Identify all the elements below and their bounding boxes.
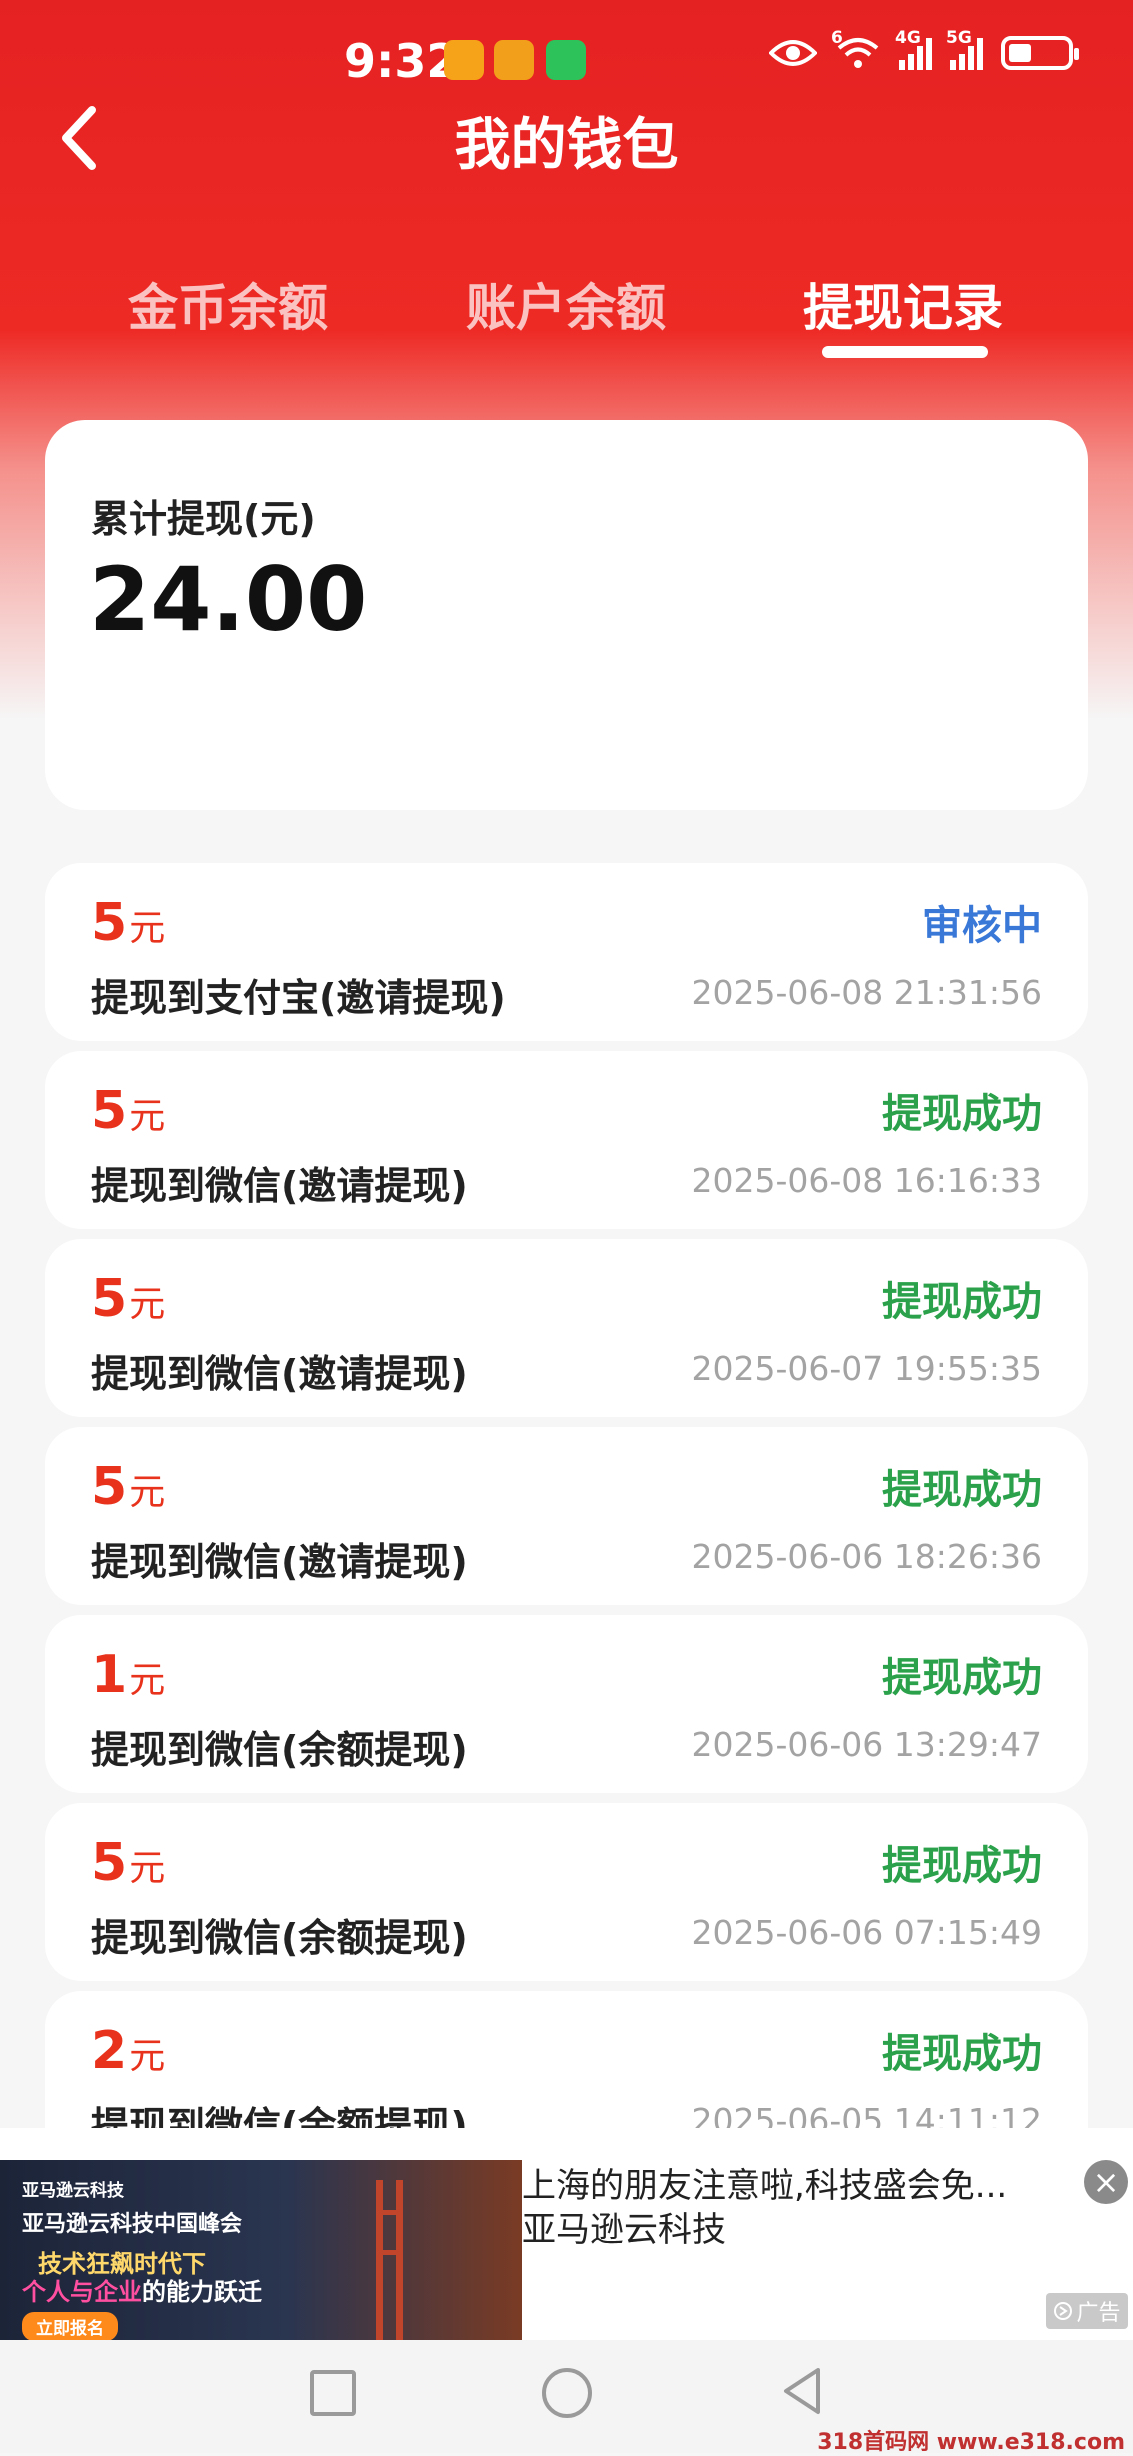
close-icon: ×: [1092, 2163, 1120, 2201]
summary-label: 累计提现(元): [91, 497, 316, 541]
system-nav-bar: 318首码网 www.e318.com: [0, 2340, 1133, 2455]
ad-banner[interactable]: 亚马逊云科技 亚马逊云科技中国峰会 技术狂飙时代下 个人与企业的能力跃迁 立即报…: [0, 2128, 1133, 2340]
withdraw-record-row[interactable]: 5元提现到微信(邀请提现) 提现成功 2025-06-08 16:16:33: [45, 1051, 1088, 1229]
notification-app-icon-2: [494, 40, 534, 80]
record-time: 2025-06-06 18:26:36: [691, 1537, 1042, 1576]
record-status: 提现成功: [882, 1091, 1042, 1137]
record-amount: 5元: [91, 1081, 165, 1141]
ad-close-button[interactable]: ×: [1084, 2160, 1128, 2204]
withdraw-record-row[interactable]: 1元提现到微信(余额提现) 提现成功 2025-06-06 13:29:47: [45, 1615, 1088, 1793]
record-title: 提现到支付宝(邀请提现): [91, 976, 506, 1020]
active-tab-indicator: [822, 346, 988, 358]
ad-image-subtitle-rest: 的能力跃迁: [142, 2278, 262, 2306]
record-title: 提现到微信(邀请提现): [91, 1540, 468, 1584]
watermark: 318首码网 www.e318.com: [817, 2430, 1125, 2455]
record-amount-value: 5: [91, 1269, 128, 1329]
wifi-icon: 6: [831, 28, 881, 70]
record-status: 提现成功: [882, 2031, 1042, 2077]
withdraw-record-row[interactable]: 5元提现到微信(余额提现) 提现成功 2025-06-06 07:15:49: [45, 1803, 1088, 1981]
record-amount-value: 5: [91, 1081, 128, 1141]
withdraw-record-list: 5元 提现到支付宝(邀请提现) 审核中 2025-06-08 21:31:56 5元 提现…: [45, 863, 1088, 2128]
record-amount-value: 5: [91, 1833, 128, 1893]
withdraw-summary-card: 累计提现(元) 24.00: [45, 420, 1088, 810]
summary-value: 24.00: [89, 548, 368, 651]
record-time: 2025-06-06 07:15:49: [691, 1913, 1042, 1952]
ad-signup-button[interactable]: 立即报名: [22, 2312, 118, 2340]
signal-icon-5g: 5G: [946, 28, 983, 70]
ad-headline[interactable]: 上海的朋友注意啦,科技盛会免...: [522, 2158, 1042, 2207]
ad-label-text: 广告: [1076, 2301, 1121, 2326]
ad-marker-icon: [1054, 2302, 1073, 2320]
ad-image-brand: 亚马逊云科技: [22, 2181, 124, 2201]
notification-app-icon-1: [444, 40, 484, 80]
record-amount-unit: 元: [129, 1660, 166, 1701]
network-tag-4g: 4G: [895, 28, 921, 48]
record-title: 提现到微信(余额提现): [91, 1916, 468, 1960]
signal-icon-4g: 4G: [895, 28, 932, 70]
record-time: 2025-06-08 16:16:33: [691, 1161, 1042, 1200]
record-status: 提现成功: [882, 1843, 1042, 1889]
tab-withdraw-records[interactable]: 提现记录: [803, 268, 1003, 340]
record-amount-unit: 元: [129, 2036, 166, 2077]
record-status: 提现成功: [882, 1655, 1042, 1701]
tab-coin-balance[interactable]: 金币余额: [128, 268, 328, 340]
record-amount: 5元: [91, 893, 165, 953]
page-title: 我的钱包: [454, 113, 679, 178]
withdraw-record-row[interactable]: 5元提现到支付宝(邀请提现) 审核中 2025-06-08 21:31:56: [45, 863, 1088, 1041]
record-amount: 1元: [91, 1645, 165, 1705]
record-amount: 5元: [91, 1269, 165, 1329]
record-status: 提现成功: [882, 1467, 1042, 1513]
status-time: 9:32: [344, 34, 459, 88]
record-status: 提现成功: [882, 1279, 1042, 1325]
withdraw-record-row[interactable]: 2元提现到微信(余额提现) 提现成功 2025-06-05 14:11:12: [45, 1991, 1088, 2128]
network-tag-5g: 5G: [946, 28, 972, 48]
record-amount-unit: 元: [129, 1848, 166, 1889]
eye-icon: [769, 40, 817, 66]
recent-apps-button[interactable]: [310, 2370, 356, 2416]
home-button[interactable]: [542, 2368, 592, 2418]
record-time: 2025-06-05 14:11:12: [691, 2101, 1042, 2128]
tab-account-balance[interactable]: 账户余额: [466, 268, 666, 340]
record-status: 审核中: [922, 903, 1042, 949]
record-title: 提现到微信(余额提现): [91, 1728, 468, 1772]
record-amount-value: 2: [91, 2021, 128, 2081]
record-amount-value: 5: [91, 1457, 128, 1517]
record-amount-value: 1: [91, 1645, 128, 1705]
record-amount-unit: 元: [129, 1284, 166, 1325]
record-title: 提现到微信(邀请提现): [91, 1164, 468, 1208]
withdraw-record-row[interactable]: 5元提现到微信(邀请提现) 提现成功 2025-06-06 18:26:36: [45, 1427, 1088, 1605]
network-tag-6: 6: [831, 28, 843, 48]
ad-image-highlight: 个人与企业: [22, 2278, 142, 2306]
ad-brand: 亚马逊云科技: [522, 2210, 726, 2250]
ad-image[interactable]: 亚马逊云科技 亚马逊云科技中国峰会 技术狂飙时代下 个人与企业的能力跃迁 立即报…: [0, 2160, 522, 2340]
record-time: 2025-06-07 19:55:35: [691, 1349, 1042, 1388]
record-amount-unit: 元: [129, 1472, 166, 1513]
record-title: 提现到微信(余额提现): [91, 2104, 468, 2128]
record-amount: 5元: [91, 1457, 165, 1517]
record-amount: 5元: [91, 1833, 165, 1893]
withdraw-record-row[interactable]: 5元提现到微信(邀请提现) 提现成功 2025-06-07 19:55:35: [45, 1239, 1088, 1417]
battery-icon: [1001, 36, 1079, 70]
record-title: 提现到微信(邀请提现): [91, 1352, 468, 1396]
bridge-illustration: [376, 2180, 403, 2340]
ad-label: 广告: [1046, 2293, 1128, 2329]
wechat-icon: [546, 40, 586, 80]
record-amount-unit: 元: [129, 1096, 166, 1137]
tab-bar: 金币余额 账户余额 提现记录: [0, 268, 1133, 358]
record-time: 2025-06-08 21:31:56: [691, 973, 1042, 1012]
record-amount-value: 5: [91, 893, 128, 953]
record-amount: 2元: [91, 2021, 165, 2081]
back-triangle-icon[interactable]: [778, 2364, 828, 2418]
ad-image-title: 亚马逊云科技中国峰会: [22, 2212, 243, 2237]
record-time: 2025-06-06 13:29:47: [691, 1725, 1042, 1764]
record-amount-unit: 元: [129, 908, 166, 949]
ad-image-subtitle-2: 个人与企业的能力跃迁: [22, 2272, 262, 2307]
